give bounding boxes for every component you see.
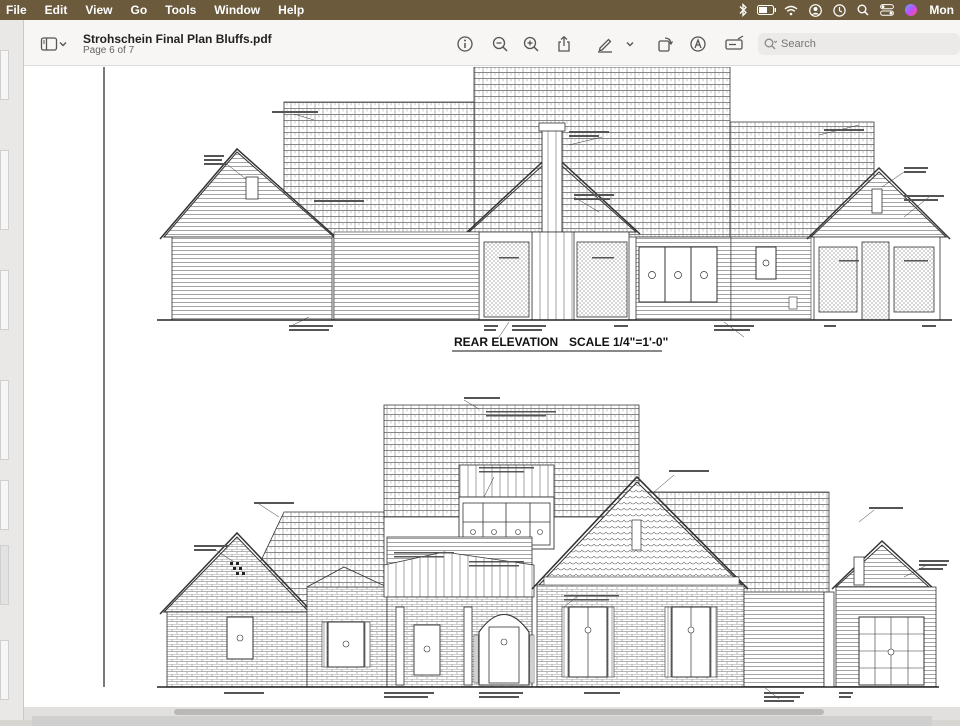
menu-file[interactable]: File bbox=[0, 0, 36, 20]
elevation-drawing: REAR ELEVATION SCALE 1/4"=1'-0" bbox=[103, 67, 952, 702]
info-icon[interactable] bbox=[454, 33, 476, 55]
preview-window: Strohschein Final Plan Bluffs.pdf Page 6… bbox=[24, 20, 960, 726]
page-thumbnail[interactable] bbox=[0, 50, 9, 100]
bluetooth-icon[interactable] bbox=[731, 0, 755, 20]
zoom-in-icon[interactable] bbox=[520, 33, 542, 55]
search-icon[interactable] bbox=[851, 0, 875, 20]
menu-tools[interactable]: Tools bbox=[156, 0, 205, 20]
bottom-area bbox=[24, 707, 960, 726]
battery-icon[interactable] bbox=[755, 0, 779, 20]
rear-elevation-drawing: REAR ELEVATION SCALE 1/4"=1'-0" bbox=[157, 67, 952, 352]
menu-go[interactable]: Go bbox=[121, 0, 156, 20]
page-thumbnail[interactable] bbox=[0, 270, 9, 330]
markup-icon[interactable] bbox=[687, 33, 709, 55]
share-icon[interactable] bbox=[553, 33, 575, 55]
page-thumbnail[interactable] bbox=[0, 380, 9, 460]
menu-window[interactable]: Window bbox=[205, 0, 269, 20]
menu-bar: File Edit View Go Tools Window Help Mon bbox=[0, 0, 960, 20]
user-icon[interactable] bbox=[803, 0, 827, 20]
front-elevation-drawing bbox=[157, 397, 949, 702]
highlight-icon[interactable] bbox=[594, 33, 616, 55]
menu-clock[interactable]: Mon bbox=[923, 3, 960, 17]
search-input[interactable] bbox=[781, 38, 941, 50]
pdf-page[interactable]: REAR ELEVATION SCALE 1/4"=1'-0" bbox=[24, 67, 960, 707]
chevron-down-icon[interactable] bbox=[57, 33, 69, 55]
chevron-down-icon[interactable] bbox=[624, 33, 636, 55]
menu-help[interactable]: Help bbox=[269, 0, 313, 20]
page-thumbnail[interactable] bbox=[0, 640, 9, 700]
page-thumbnail[interactable] bbox=[0, 150, 9, 230]
next-page-preview bbox=[32, 716, 932, 726]
control-center-icon[interactable] bbox=[875, 0, 899, 20]
search-icon bbox=[764, 38, 777, 50]
wifi-icon[interactable] bbox=[779, 0, 803, 20]
status-area: Mon bbox=[731, 0, 960, 20]
rotate-icon[interactable] bbox=[654, 33, 676, 55]
page-thumbnail-selected[interactable] bbox=[0, 545, 9, 605]
zoom-out-icon[interactable] bbox=[489, 33, 511, 55]
search-field[interactable] bbox=[758, 33, 960, 55]
clock-icon[interactable] bbox=[827, 0, 851, 20]
rear-elevation-label: REAR ELEVATION bbox=[454, 335, 558, 349]
page-indicator: Page 6 of 7 bbox=[83, 45, 135, 56]
document-title: Strohschein Final Plan Bluffs.pdf bbox=[83, 32, 272, 46]
toolbar: Strohschein Final Plan Bluffs.pdf Page 6… bbox=[24, 20, 960, 66]
rear-elevation-scale: SCALE 1/4"=1'-0" bbox=[569, 335, 668, 349]
menu-view[interactable]: View bbox=[76, 0, 121, 20]
form-fill-icon[interactable] bbox=[724, 33, 746, 55]
horizontal-scrollbar[interactable] bbox=[174, 709, 824, 715]
menu-edit[interactable]: Edit bbox=[36, 0, 77, 20]
siri-icon[interactable] bbox=[899, 0, 923, 20]
app-menus: File Edit View Go Tools Window Help bbox=[0, 0, 313, 20]
thumbnail-sidebar-edge bbox=[0, 20, 24, 720]
page-thumbnail[interactable] bbox=[0, 480, 9, 530]
